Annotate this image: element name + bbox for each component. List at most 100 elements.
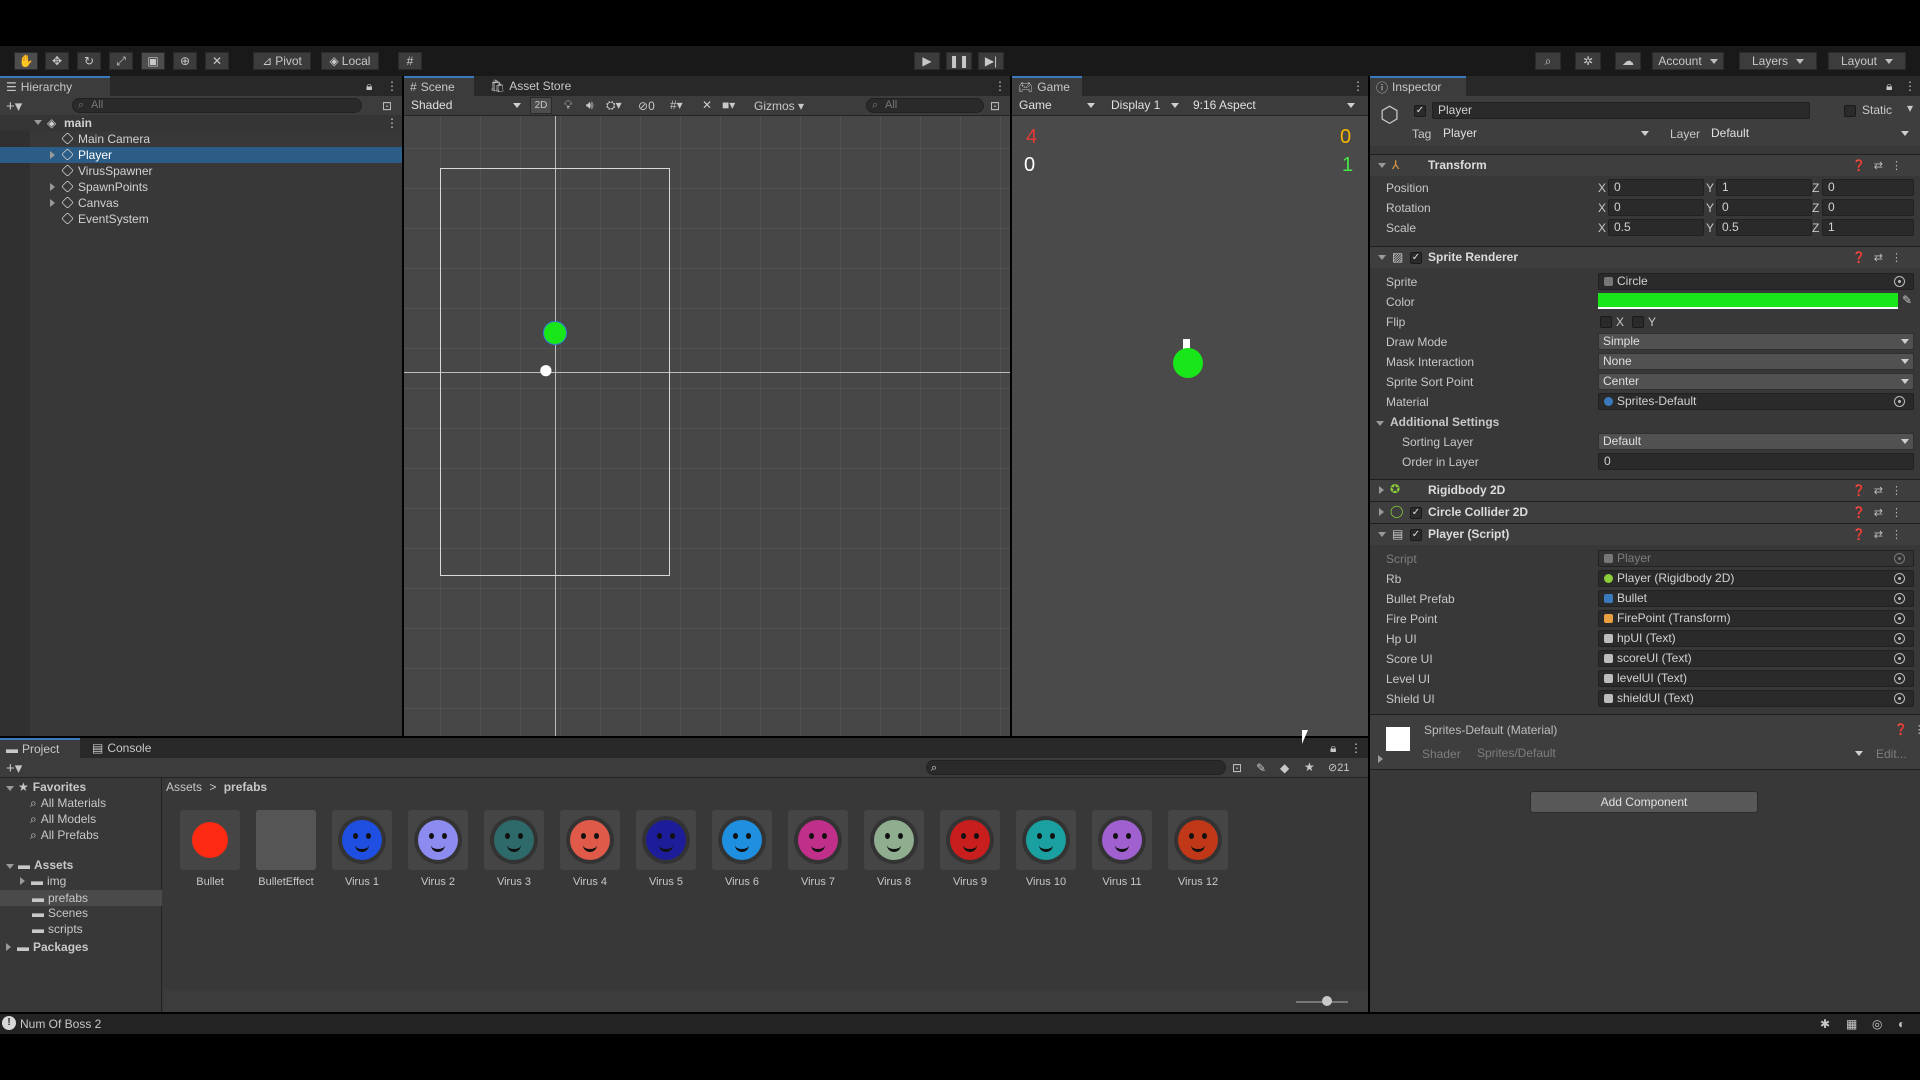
hidden-packages-icon[interactable]: ⊘21 xyxy=(1328,761,1349,774)
component-header-icons[interactable]: ❓⇄⋮ xyxy=(1852,251,1910,264)
asset-virus-11[interactable]: Virus 11 xyxy=(1090,810,1154,896)
tag-dropdown[interactable]: Player xyxy=(1438,125,1654,142)
object-picker-icon[interactable] xyxy=(1894,276,1905,287)
auto-generate-lighting-icon[interactable]: ◎ xyxy=(1872,1017,1882,1031)
component-header-icons[interactable]: ❓⇄⋮ xyxy=(1852,506,1910,519)
effects-icon[interactable]: ⛭▾ xyxy=(606,98,622,113)
material-preview[interactable] xyxy=(1386,727,1410,751)
draw-mode-dropdown[interactable]: Simple xyxy=(1598,333,1914,350)
rotation-y-field[interactable]: 0 xyxy=(1716,199,1812,216)
progress-icon[interactable]: ◐ xyxy=(1898,1017,1905,1031)
bug-icon[interactable]: ✱ xyxy=(1820,1017,1830,1031)
grid-snap-icon[interactable]: #▾ xyxy=(670,98,683,112)
scene-viewport[interactable]: ● xyxy=(404,116,1010,736)
hierarchy-search-input[interactable]: ⌕ All xyxy=(72,98,362,113)
favorites-foldout[interactable]: ★ Favorites xyxy=(6,780,86,794)
aspect-dropdown[interactable]: 9:16 Aspect xyxy=(1188,97,1360,114)
create-add-icon[interactable]: +▾ xyxy=(6,97,22,115)
fire-point-field[interactable]: FirePoint (Transform) xyxy=(1598,610,1914,627)
rotation-x-field[interactable]: 0 xyxy=(1608,199,1704,216)
object-picker-icon[interactable] xyxy=(1894,613,1905,624)
project-search-input[interactable]: ⌕ xyxy=(926,760,1226,775)
shading-mode-dropdown[interactable]: Shaded xyxy=(406,97,526,114)
eyedropper-icon[interactable]: ✎ xyxy=(1902,293,1912,307)
scale-z-field[interactable]: 1 xyxy=(1822,219,1914,236)
rb-field[interactable]: Player (Rigidbody 2D) xyxy=(1598,570,1914,587)
lighting-icon[interactable]: 💡︎ xyxy=(564,98,572,113)
grid-snap-button[interactable]: # xyxy=(398,52,422,70)
assets-foldout[interactable]: ▬ Assets xyxy=(6,858,73,872)
transform-header[interactable]: ⅄ Transform ❓⇄⋮ xyxy=(1370,154,1920,176)
account-dropdown[interactable]: Account xyxy=(1652,52,1724,70)
create-add-icon[interactable]: +▾ xyxy=(6,759,22,777)
search-by-label-icon[interactable]: ✎ xyxy=(1256,761,1266,775)
favorites-item-all-models[interactable]: ⌕ All Models xyxy=(30,812,96,827)
hierarchy-item-canvas[interactable]: Canvas xyxy=(0,195,402,211)
custom-tool-button[interactable]: ✕ xyxy=(205,52,229,70)
script-enabled-checkbox[interactable]: ✓ xyxy=(1410,529,1422,541)
folder-img[interactable]: ▬ img xyxy=(20,874,66,888)
collider-enabled-checkbox[interactable]: ✓ xyxy=(1410,507,1422,519)
display-dropdown[interactable]: Display 1 xyxy=(1106,97,1184,114)
tab-asset-store[interactable]: 🛍︎ Asset Store xyxy=(484,76,584,96)
toggle-2d-button[interactable]: 2D xyxy=(530,97,552,114)
color-swatch[interactable] xyxy=(1598,293,1898,309)
sprite-renderer-header[interactable]: ▨ ✓ Sprite Renderer ❓⇄⋮ xyxy=(1370,246,1920,268)
packages-foldout[interactable]: ▬ Packages xyxy=(6,940,88,954)
tab-project[interactable]: ▬ Project xyxy=(0,738,80,758)
layout-dropdown[interactable]: Layout xyxy=(1828,52,1906,70)
chevron-down-icon[interactable]: ▾ xyxy=(1907,101,1913,115)
local-toggle[interactable]: ◈ Local xyxy=(321,52,379,70)
hierarchy-item-virusspawner[interactable]: VirusSpawner xyxy=(0,163,402,179)
hierarchy-item-player[interactable]: Player xyxy=(0,147,402,163)
sprite-field[interactable]: Circle xyxy=(1598,273,1914,290)
bullet-prefab-field[interactable]: Bullet xyxy=(1598,590,1914,607)
static-checkbox[interactable] xyxy=(1844,105,1856,117)
audio-icon[interactable]: 🔊︎ xyxy=(586,98,594,113)
additional-settings-foldout[interactable]: Additional Settings xyxy=(1376,415,1499,429)
kebab-menu-icon[interactable]: ⋮ xyxy=(1352,79,1364,93)
shader-dropdown[interactable]: Sprites/Default xyxy=(1472,745,1868,762)
static-label[interactable]: Static xyxy=(1862,103,1892,117)
step-button[interactable]: ▶| xyxy=(978,52,1004,70)
asset-bullet[interactable]: Bullet xyxy=(178,810,242,896)
layer-dropdown[interactable]: Default xyxy=(1706,125,1914,142)
move-tool-button[interactable]: ✥ xyxy=(45,52,69,70)
cache-server-icon[interactable]: ▦ xyxy=(1846,1017,1857,1031)
hierarchy-item-spawnpoints[interactable]: SpawnPoints xyxy=(0,179,402,195)
position-y-field[interactable]: 1 xyxy=(1716,179,1812,196)
pivot-toggle[interactable]: ⊿ Pivot xyxy=(253,52,311,70)
edit-shader-button[interactable]: Edit... xyxy=(1876,747,1907,761)
mask-interaction-dropdown[interactable]: None xyxy=(1598,353,1914,370)
add-component-button[interactable]: Add Component xyxy=(1530,791,1758,813)
expand-arrow-icon[interactable] xyxy=(50,151,55,159)
hidden-objects-icon[interactable]: ⊘0 xyxy=(638,99,655,113)
flip-x-checkbox[interactable] xyxy=(1600,316,1612,328)
object-picker-icon[interactable] xyxy=(1894,593,1905,604)
expand-arrow-icon[interactable] xyxy=(50,183,55,191)
object-name-input[interactable]: Player xyxy=(1432,102,1810,119)
folder-prefabs[interactable]: ▬ prefabs xyxy=(0,890,162,906)
asset-virus-10[interactable]: Virus 10 xyxy=(1014,810,1078,896)
scene-search-input[interactable]: ⌕ All xyxy=(866,98,984,113)
tools-icon[interactable]: ✕ xyxy=(702,98,712,112)
asset-bulleteffect[interactable]: BulletEffect xyxy=(254,810,318,896)
game-mode-dropdown[interactable]: Game xyxy=(1014,97,1100,114)
icon-size-slider-handle[interactable] xyxy=(1322,996,1332,1006)
rotate-tool-button[interactable]: ↻ xyxy=(77,52,101,70)
tab-inspector[interactable]: ⓘ Inspector xyxy=(1370,76,1466,96)
folder-scenes[interactable]: ▬ Scenes xyxy=(32,906,88,920)
game-viewport[interactable]: 4 0 0 1 xyxy=(1012,116,1368,736)
asset-virus-6[interactable]: Virus 6 xyxy=(710,810,774,896)
level-ui-field[interactable]: levelUI (Text) xyxy=(1598,670,1914,687)
cloud-button[interactable]: ☁ xyxy=(1615,52,1641,70)
circle-collider-2d-header[interactable]: ◯ ✓ Circle Collider 2D ❓⇄⋮ xyxy=(1370,501,1920,523)
hierarchy-scene-main[interactable]: ◈ main ⋮ xyxy=(0,115,402,131)
score-ui-field[interactable]: scoreUI (Text) xyxy=(1598,650,1914,667)
search-by-type-icon[interactable]: ⊡ xyxy=(1232,761,1242,775)
rect-tool-button[interactable]: ▣ xyxy=(141,52,165,70)
object-picker-icon[interactable] xyxy=(1894,573,1905,584)
play-button[interactable]: ▶ xyxy=(914,52,940,70)
collab-button[interactable]: ✲ xyxy=(1575,52,1601,70)
asset-virus-8[interactable]: Virus 8 xyxy=(862,810,926,896)
